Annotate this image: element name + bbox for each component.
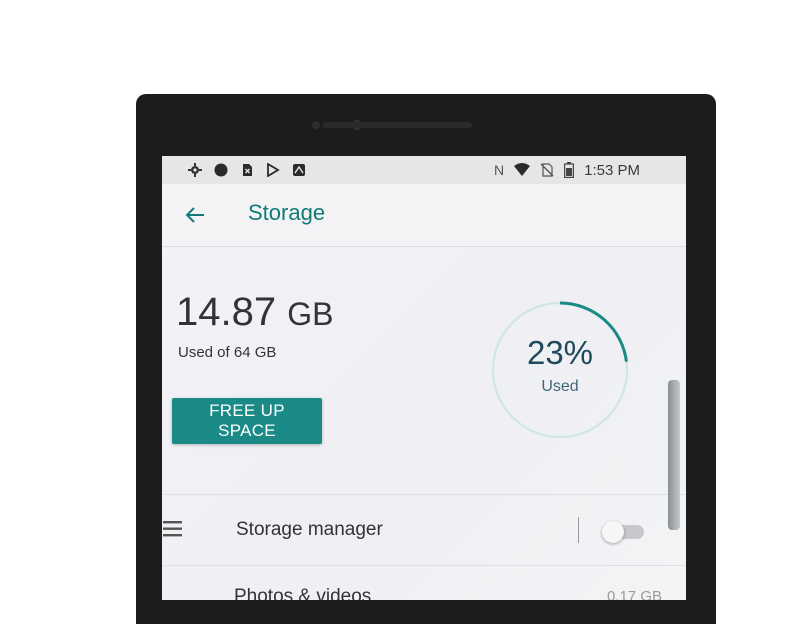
used-value: 14.87: [176, 290, 277, 334]
sim-x-icon: [243, 164, 252, 176]
earpiece-speaker: [322, 122, 472, 128]
used-unit: GB: [287, 296, 334, 332]
usage-label: Used: [541, 378, 579, 395]
photos-videos-label: Photos & videos: [234, 586, 372, 600]
storage-manager-toggle[interactable]: [602, 521, 646, 543]
storage-manager-row[interactable]: Storage manager: [162, 495, 686, 565]
phone-side-button: [668, 380, 680, 530]
no-sim-icon: [540, 163, 554, 177]
app-bar: Storage: [162, 184, 686, 247]
status-time: 1:53 PM: [584, 161, 640, 179]
free-up-space-button[interactable]: FREE UP SPACE: [172, 398, 322, 444]
wifi-icon: [514, 163, 531, 176]
toggle-thumb: [602, 521, 624, 543]
used-of-total: Used of 64 GB: [178, 344, 277, 361]
nfc-icon: N: [494, 162, 505, 178]
divider: [578, 517, 579, 543]
screen: N 1:53 PM Storage 14.87 GB Used of 64 GB…: [162, 156, 686, 600]
status-bar: N 1:53 PM: [162, 156, 686, 184]
storage-manager-label: Storage manager: [236, 519, 383, 540]
record-dot-icon: [214, 163, 228, 177]
usage-percent: 23%: [526, 334, 594, 371]
photos-videos-size: 0.17 GB: [606, 588, 662, 600]
arrow-left-icon[interactable]: [182, 202, 208, 228]
page-title: Storage: [248, 200, 326, 225]
used-amount: 14.87 GB: [176, 290, 333, 335]
play-store-icon: [267, 163, 280, 177]
proximity-sensor: [312, 121, 320, 129]
battery-icon: [564, 162, 575, 178]
app-badge-icon: [293, 164, 305, 176]
photos-videos-row[interactable]: Photos & videos 0.17 GB: [162, 566, 686, 600]
settings-icon: [188, 163, 202, 177]
menu-list-icon: [163, 521, 182, 537]
